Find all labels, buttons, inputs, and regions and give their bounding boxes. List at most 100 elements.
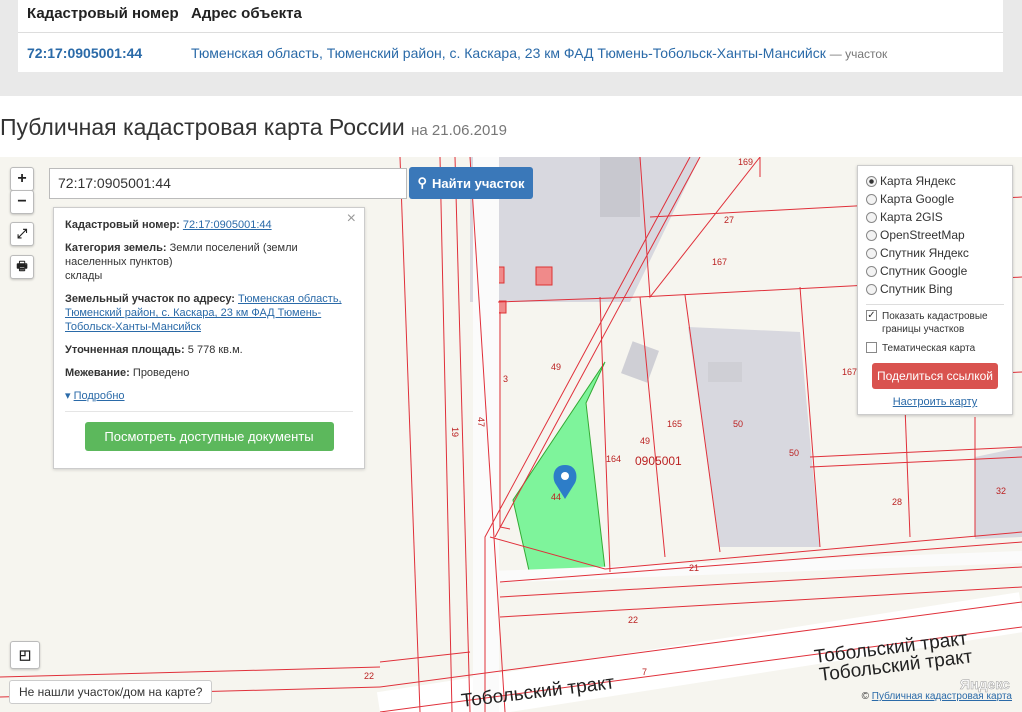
map-label: 22	[628, 615, 638, 625]
layer-label: Карта 2GIS	[880, 210, 943, 224]
radio-icon[interactable]	[866, 265, 877, 277]
map-label: 167	[712, 257, 727, 267]
map-canvas[interactable]: 169 27 167 167 49 3 165 49 164 0905001 5…	[0, 157, 1022, 712]
close-icon[interactable]: ×	[347, 211, 356, 227]
layers-panel: Карта Яндекс Карта Google Карта 2GIS Ope…	[857, 165, 1013, 415]
fullscreen-icon[interactable]: ⤢	[10, 222, 34, 246]
info-cad-row: Кадастровый номер: 72:17:0905001:44	[65, 218, 353, 232]
layer-option[interactable]: Спутник Bing	[866, 280, 1004, 298]
result-number-link[interactable]: 72:17:0905001:44	[27, 45, 142, 61]
map-label: 27	[724, 215, 734, 225]
not-found-button[interactable]: Не нашли участок/дом на карте?	[9, 680, 213, 704]
building-block	[535, 266, 553, 286]
map-label: 7	[642, 667, 647, 677]
checkbox-checked-icon[interactable]: ✓	[866, 310, 877, 321]
result-address-text[interactable]: Тюменская область, Тюменский район, с. К…	[191, 45, 826, 61]
layer-option[interactable]: OpenStreetMap	[866, 226, 1004, 244]
zoom-in-label: +	[17, 170, 27, 187]
search-input[interactable]: 72:17:0905001:44	[49, 168, 407, 199]
map-label: 32	[996, 486, 1006, 496]
find-parcel-button[interactable]: ⚲ Найти участок	[409, 167, 533, 199]
copyright-icon: ©	[861, 691, 872, 702]
building-block	[708, 362, 742, 382]
setup-map-link[interactable]: Настроить карту	[866, 396, 1004, 408]
layer-label: Карта Google	[880, 192, 955, 206]
map-label: 28	[892, 497, 902, 507]
map-label: 165	[667, 419, 682, 429]
col-header-number: Кадастровый номер	[27, 5, 179, 22]
thematic-option[interactable]: Тематическая карта	[866, 342, 1004, 355]
map-label: 169	[738, 157, 753, 167]
info-category-extra: склады	[65, 270, 103, 282]
yandex-logo: Яндекс	[960, 676, 1010, 692]
map-label: 44	[551, 492, 561, 502]
map-label: 50	[733, 419, 743, 429]
building-block	[497, 300, 507, 314]
map-label: 164	[606, 454, 621, 464]
share-link-button[interactable]: Поделиться ссылкой	[872, 363, 998, 389]
find-parcel-label: Найти участок	[432, 175, 525, 191]
map-label: 47	[476, 417, 486, 427]
map-label: 50	[789, 448, 799, 458]
layer-label: Спутник Яндекс	[880, 246, 969, 260]
building-block	[688, 327, 820, 547]
zoom-out-button[interactable]: −	[10, 190, 34, 214]
map-label: 0905001	[635, 454, 682, 468]
layer-option[interactable]: Карта Google	[866, 190, 1004, 208]
result-type: — участок	[829, 47, 888, 61]
layer-option[interactable]: Карта 2GIS	[866, 208, 1004, 226]
ruler-icon[interactable]: ◰	[10, 641, 40, 669]
layers-divider	[866, 304, 1004, 305]
info-cad-label: Кадастровый номер:	[65, 219, 180, 231]
show-borders-option[interactable]: ✓ Показать кадастровые границы участков	[866, 310, 1004, 336]
info-address-row: Земельный участок по адресу: Тюменская о…	[65, 292, 353, 334]
radio-icon[interactable]	[866, 283, 877, 295]
attribution-link[interactable]: Публичная кадастровая карта	[872, 691, 1012, 702]
radio-icon[interactable]	[866, 229, 877, 241]
info-divider	[65, 411, 353, 412]
more-link[interactable]: ▾ Подробно	[65, 389, 353, 403]
print-icon[interactable]: 🖶	[10, 255, 34, 279]
layer-label: Спутник Bing	[880, 282, 953, 296]
info-cad-link[interactable]: 72:17:0905001:44	[183, 219, 272, 231]
map-label: 167	[842, 367, 857, 377]
map-label: 3	[503, 374, 508, 384]
layer-option[interactable]: Спутник Google	[866, 262, 1004, 280]
col-header-address: Адрес объекта	[191, 5, 302, 22]
view-documents-button[interactable]: Посмотреть доступные документы	[84, 422, 334, 451]
map-label: 21	[689, 563, 699, 573]
info-survey-value: Проведено	[132, 367, 190, 379]
building-block	[600, 157, 640, 217]
result-address-link[interactable]: Тюменская область, Тюменский район, с. К…	[191, 45, 887, 61]
info-address-label: Земельный участок по адресу:	[65, 293, 235, 305]
page-date: на 21.06.2019	[411, 122, 507, 139]
map-label: 22	[364, 671, 374, 681]
page-title: Публичная кадастровая карта России на 21…	[0, 114, 507, 141]
results-table: Кадастровый номер Адрес объекта 72:17:09…	[18, 0, 1003, 72]
page-title-text: Публичная кадастровая карта России	[0, 114, 405, 140]
caret-down-icon: ▾	[65, 390, 71, 402]
more-label[interactable]: Подробно	[74, 390, 125, 402]
zoom-in-button[interactable]: +	[10, 167, 34, 191]
building-block	[621, 341, 659, 383]
layer-option[interactable]: Спутник Яндекс	[866, 244, 1004, 262]
checkbox-icon[interactable]	[866, 342, 877, 353]
map-label: 49	[640, 436, 650, 446]
info-survey-row: Межевание: Проведено	[65, 366, 353, 380]
layer-option[interactable]: Карта Яндекс	[866, 172, 1004, 190]
radio-icon[interactable]	[866, 247, 877, 259]
header-divider	[18, 32, 1003, 33]
radio-icon[interactable]	[866, 193, 877, 205]
show-borders-label: Показать кадастровые границы участков	[882, 311, 988, 335]
layer-label: OpenStreetMap	[880, 228, 965, 242]
info-area-value: 5 778 кв.м.	[187, 344, 243, 356]
zoom-out-label: −	[17, 193, 27, 210]
map-label: 49	[551, 362, 561, 372]
parcel-info-panel: × Кадастровый номер: 72:17:0905001:44 Ка…	[53, 207, 365, 469]
layer-label: Спутник Google	[880, 264, 968, 278]
radio-selected-icon[interactable]	[866, 175, 877, 187]
map-label: 19	[450, 427, 460, 437]
info-survey-label: Межевание:	[65, 367, 130, 379]
radio-icon[interactable]	[866, 211, 877, 223]
layer-label: Карта Яндекс	[880, 174, 956, 188]
